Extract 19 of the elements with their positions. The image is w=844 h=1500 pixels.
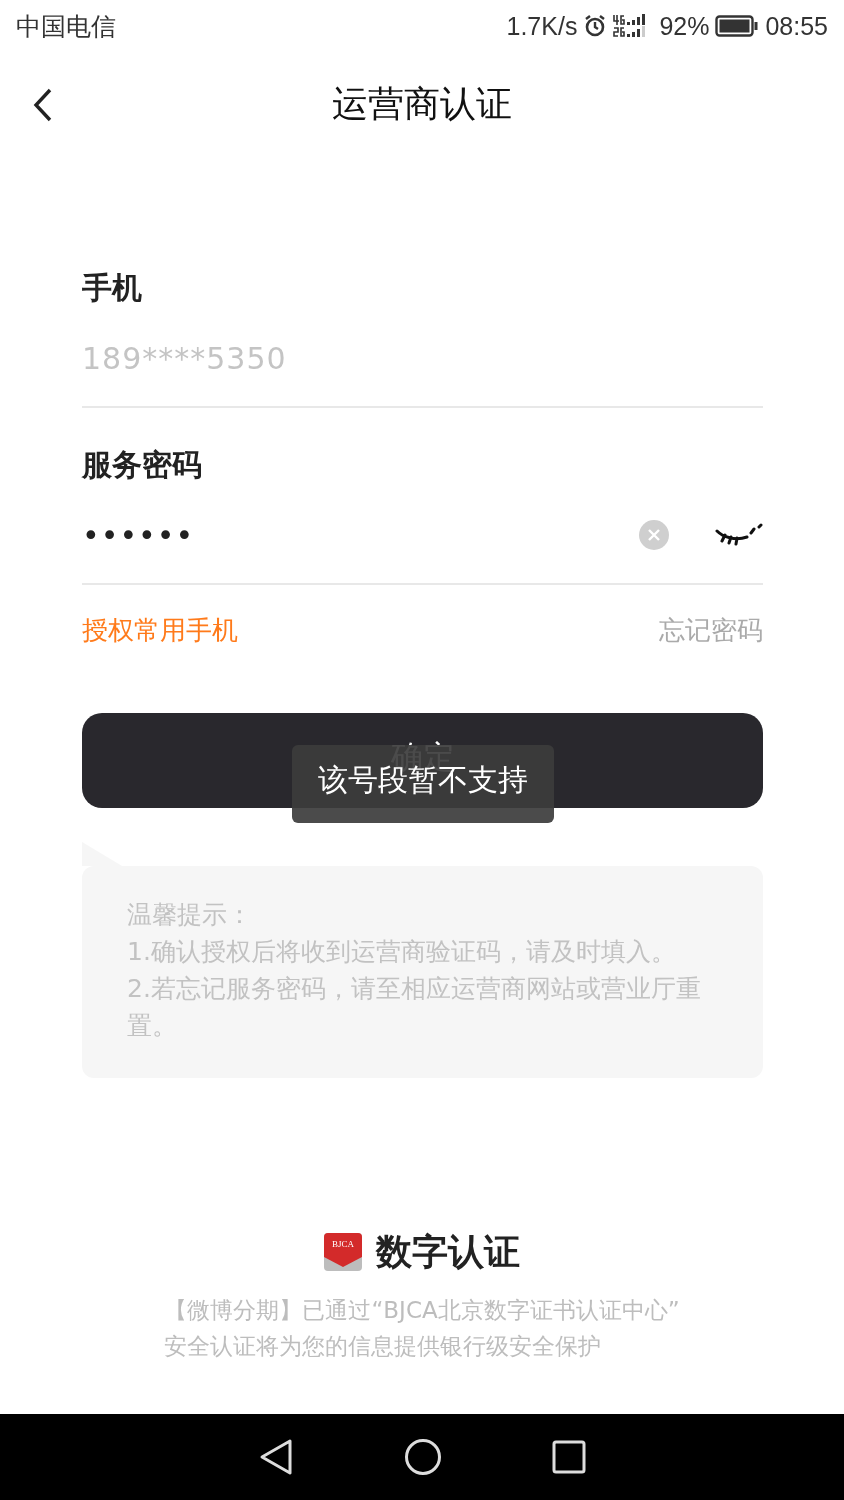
page-title: 运营商认证 (331, 82, 513, 126)
home-nav-icon[interactable] (404, 1438, 442, 1476)
network-speed: 1.7K/s (506, 11, 578, 41)
recents-nav-icon[interactable] (552, 1440, 586, 1474)
back-nav-icon[interactable] (258, 1438, 294, 1476)
logo-text: 数字认证 (376, 1230, 520, 1274)
field-label: 服务密码 (82, 446, 203, 484)
authorize-phone-link[interactable]: 授权常用手机 (82, 612, 238, 648)
footer-text: 【微博分期】已通过“BJCA北京数字证书认证中心” (164, 1296, 680, 1325)
field-label: 手机 (82, 269, 143, 307)
logo-badge: BJCA (324, 1233, 362, 1271)
forgot-password-link[interactable]: 忘记密码 (659, 612, 763, 648)
battery-percent: 92% (659, 11, 710, 41)
carrier-name: 中国电信 (16, 10, 116, 42)
clock-time: 08:55 (765, 11, 828, 41)
battery-icon (715, 15, 760, 37)
password-field[interactable]: •••••• (82, 517, 625, 553)
footer-text: 安全认证将为您的信息提供银行级安全保护 (164, 1332, 603, 1361)
eye-closed-icon[interactable] (715, 523, 763, 547)
